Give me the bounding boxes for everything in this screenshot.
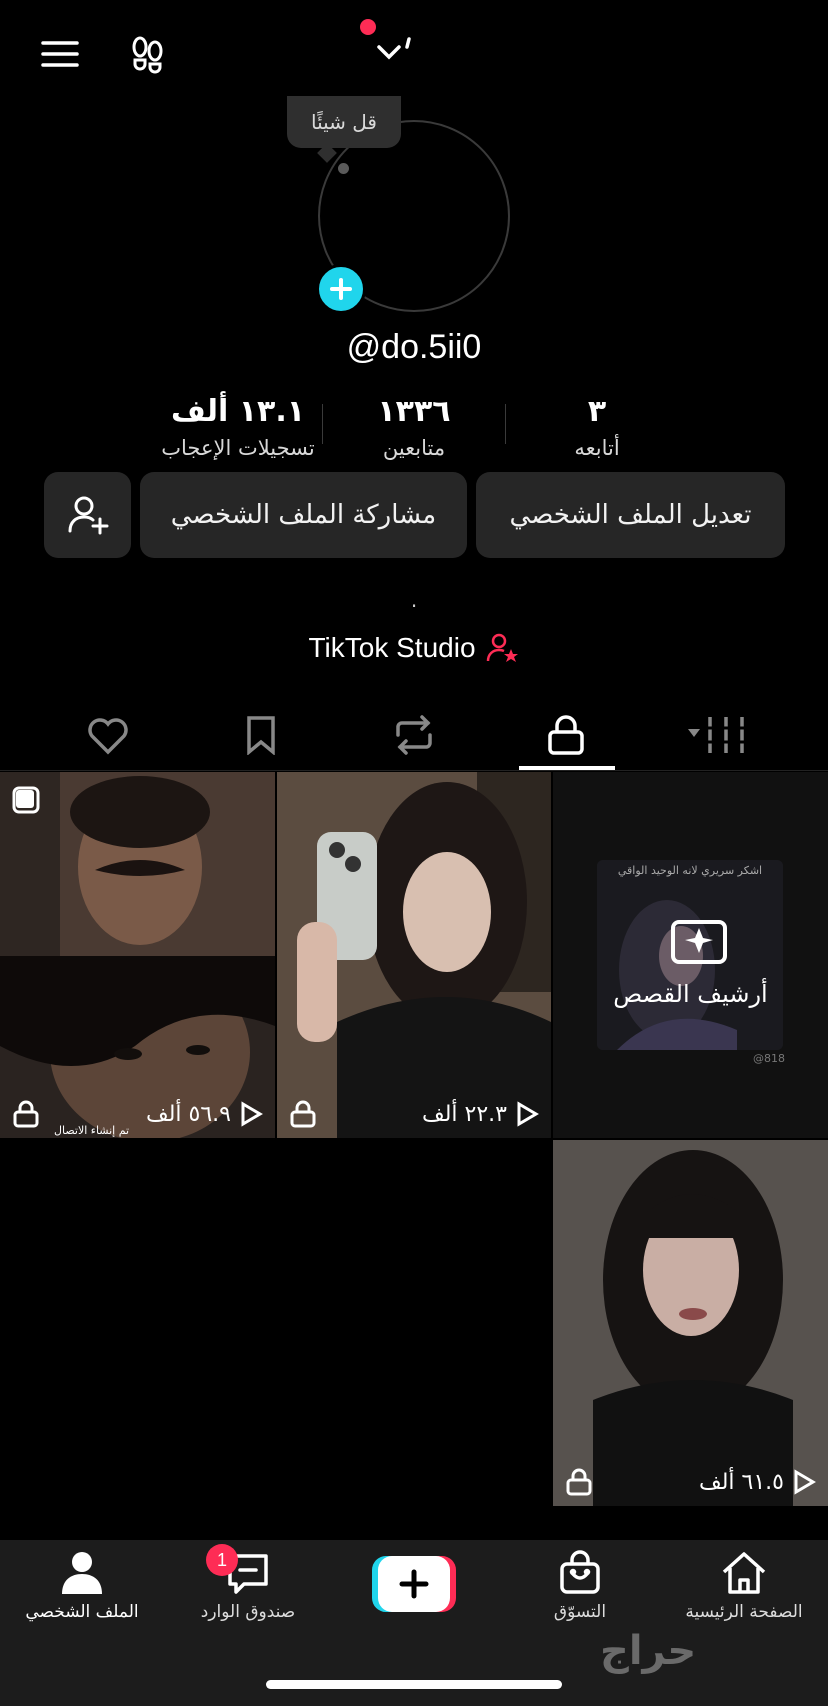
creator-star-icon bbox=[486, 633, 518, 662]
create-button[interactable] bbox=[372, 1556, 456, 1612]
video-thumbnail[interactable]: ٦١.٥ ألف bbox=[553, 1140, 828, 1506]
tiktok-studio-link[interactable]: TikTok Studio bbox=[0, 632, 828, 664]
haraj-watermark: حراج bbox=[600, 1628, 697, 1674]
likes-count: ١٣.١ ألف bbox=[170, 394, 306, 429]
switch-account-button[interactable] bbox=[360, 24, 428, 74]
speech-bubble-dot bbox=[338, 163, 349, 174]
tab-liked[interactable] bbox=[33, 700, 183, 770]
video-caption: تم إنشاء الاتصال bbox=[54, 1124, 130, 1137]
video-meta: ٥٦.٩ ألف bbox=[0, 1098, 275, 1130]
nav-inbox[interactable]: صندوق الوارد bbox=[168, 1550, 328, 1622]
video-thumbnail-image bbox=[277, 772, 551, 1138]
create-plus-icon bbox=[372, 1556, 456, 1612]
lock-icon bbox=[548, 715, 584, 755]
repost-icon bbox=[396, 715, 432, 755]
story-handle: @818 bbox=[753, 1052, 785, 1065]
video-thumbnail-image bbox=[553, 1140, 828, 1506]
home-indicator[interactable] bbox=[266, 1680, 562, 1689]
stories-archive[interactable]: اشكر سريري لانه الوحيد الواقي أرشيف القص… bbox=[553, 772, 828, 1138]
add-avatar-button[interactable] bbox=[316, 264, 366, 314]
nav-shop[interactable]: التسوّق bbox=[500, 1550, 660, 1622]
play-icon bbox=[517, 1101, 539, 1127]
followers-label: متابعين bbox=[382, 436, 446, 460]
nav-profile[interactable]: الملف الشخصي bbox=[2, 1550, 162, 1622]
speech-bubble[interactable]: قل شيئًا bbox=[287, 96, 401, 148]
following-stat[interactable]: ٣ أتابعه bbox=[497, 392, 697, 460]
home-icon bbox=[722, 1552, 766, 1594]
play-icon bbox=[241, 1101, 263, 1127]
heart-icon bbox=[88, 718, 128, 755]
studio-label: TikTok Studio bbox=[308, 632, 476, 663]
bookmark-icon bbox=[247, 716, 275, 755]
video-thumbnail-image bbox=[0, 772, 275, 1138]
hamburger-menu-icon[interactable] bbox=[38, 34, 82, 74]
view-count: ٢٢.٣ ألف bbox=[422, 1101, 539, 1127]
view-count: ٦١.٥ ألف bbox=[699, 1469, 816, 1495]
footprints-icon[interactable] bbox=[124, 30, 172, 78]
share-profile-button[interactable]: مشاركة الملف الشخصي bbox=[140, 472, 467, 558]
edit-profile-button[interactable]: تعديل الملف الشخصي bbox=[476, 472, 785, 558]
tab-videos-grid[interactable] bbox=[643, 700, 793, 770]
tabs-divider bbox=[0, 770, 828, 771]
inbox-badge: 1 bbox=[206, 1544, 238, 1576]
tab-reposts[interactable] bbox=[339, 700, 489, 770]
lock-icon bbox=[566, 1468, 592, 1496]
followers-stat[interactable]: ١٣٣٦ متابعين bbox=[314, 392, 514, 460]
plus-icon bbox=[330, 278, 352, 300]
followers-count: ١٣٣٦ bbox=[377, 394, 451, 429]
video-meta: ٢٢.٣ ألف bbox=[277, 1098, 551, 1130]
video-thumbnail[interactable]: ٥٦.٩ ألف تم إنشاء الاتصال bbox=[0, 772, 275, 1138]
nav-home[interactable]: الصفحة الرئيسية bbox=[664, 1550, 824, 1622]
add-user-icon bbox=[68, 496, 108, 535]
bio: . bbox=[410, 588, 418, 612]
likes-label: تسجيلات الإعجاب bbox=[161, 436, 315, 460]
profile-icon bbox=[62, 1552, 102, 1594]
video-meta: ٦١.٥ ألف bbox=[553, 1466, 828, 1498]
nav-home-label: الصفحة الرئيسية bbox=[685, 1602, 803, 1622]
nav-inbox-label: صندوق الوارد bbox=[200, 1602, 296, 1622]
story-card-header: اشكر سريري لانه الوحيد الواقي bbox=[617, 864, 763, 877]
lock-icon bbox=[13, 1100, 39, 1128]
stories-archive-label: أرشيف القصص bbox=[613, 980, 768, 1008]
tab-saved[interactable] bbox=[186, 700, 336, 770]
tab-private[interactable] bbox=[491, 700, 641, 770]
chevron-down-icon bbox=[377, 37, 411, 60]
view-count: ٥٦.٩ ألف bbox=[146, 1101, 263, 1127]
video-thumbnail[interactable]: ٢٢.٣ ألف bbox=[277, 772, 551, 1138]
play-icon bbox=[794, 1469, 816, 1495]
nav-shop-label: التسوّق bbox=[553, 1602, 607, 1622]
nav-profile-label: الملف الشخصي bbox=[25, 1602, 139, 1622]
username: @do.5ii0 bbox=[346, 328, 482, 366]
following-count: ٣ bbox=[587, 394, 607, 429]
likes-stat[interactable]: ١٣.١ ألف تسجيلات الإعجاب bbox=[138, 392, 338, 460]
add-friend-button[interactable] bbox=[44, 472, 131, 558]
following-label: أتابعه bbox=[574, 436, 620, 460]
shopping-bag-icon bbox=[560, 1550, 600, 1594]
grid-filter-icon bbox=[688, 717, 746, 753]
archive-icon bbox=[669, 912, 729, 970]
lock-icon bbox=[290, 1100, 316, 1128]
